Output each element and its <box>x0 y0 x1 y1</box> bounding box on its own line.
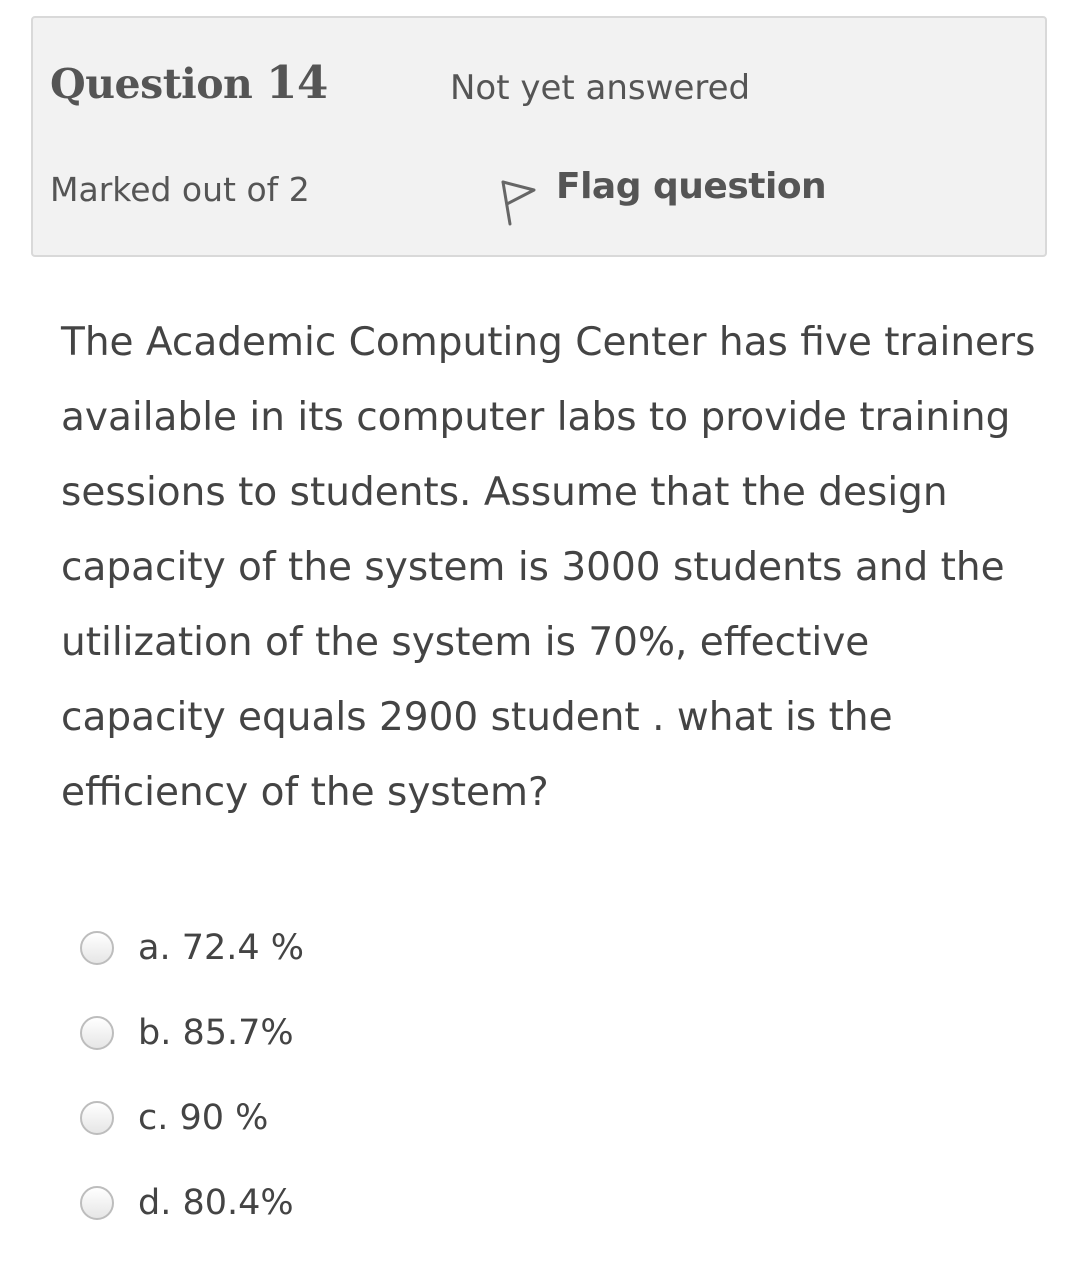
flag-outline-icon[interactable] <box>498 178 538 226</box>
answer-label-b[interactable]: b. 85.7% <box>138 1013 294 1053</box>
question-line: utilization of the system is 70%, effect… <box>61 620 870 665</box>
radio-button-c[interactable] <box>80 1100 114 1135</box>
radio-button-a[interactable] <box>80 930 114 965</box>
answer-option-b[interactable]: b. 85.7% <box>80 990 304 1075</box>
radio-button-d[interactable] <box>80 1185 114 1220</box>
answer-label-a[interactable]: a. 72.4 % <box>138 928 304 968</box>
answer-label-c[interactable]: c. 90 % <box>138 1098 268 1138</box>
answer-label-d[interactable]: d. 80.4% <box>138 1183 294 1223</box>
question-state: Not yet answered <box>450 68 751 108</box>
question-line: The Academic Computing Center has five t… <box>61 320 1036 365</box>
answer-option-a[interactable]: a. 72.4 % <box>80 905 304 990</box>
question-text: The Academic Computing Center has five t… <box>61 305 1051 830</box>
flag-question-label[interactable]: Flag question <box>556 166 827 207</box>
question-grade: Marked out of 2 <box>50 170 310 209</box>
question-line: capacity equals 2900 student . what is t… <box>61 695 893 740</box>
question-number: 14 <box>266 56 328 109</box>
radio-button-b[interactable] <box>80 1015 114 1050</box>
flag-question-link[interactable]: Flag question <box>498 166 827 226</box>
question-line: available in its computer labs to provid… <box>61 395 1011 440</box>
question-line: sessions to students. Assume that the de… <box>61 470 948 515</box>
question-info-box: Question 14 Not yet answered Marked out … <box>31 16 1047 257</box>
question-word: Question <box>50 60 253 108</box>
question-line: efficiency of the system? <box>61 770 549 815</box>
answer-option-d[interactable]: d. 80.4% <box>80 1160 304 1245</box>
question-title: Question 14 <box>50 56 328 109</box>
answer-options: a. 72.4 % b. 85.7% c. 90 % d. 80.4% <box>80 905 304 1245</box>
answer-option-c[interactable]: c. 90 % <box>80 1075 304 1160</box>
question-line: capacity of the system is 3000 students … <box>61 545 1005 590</box>
